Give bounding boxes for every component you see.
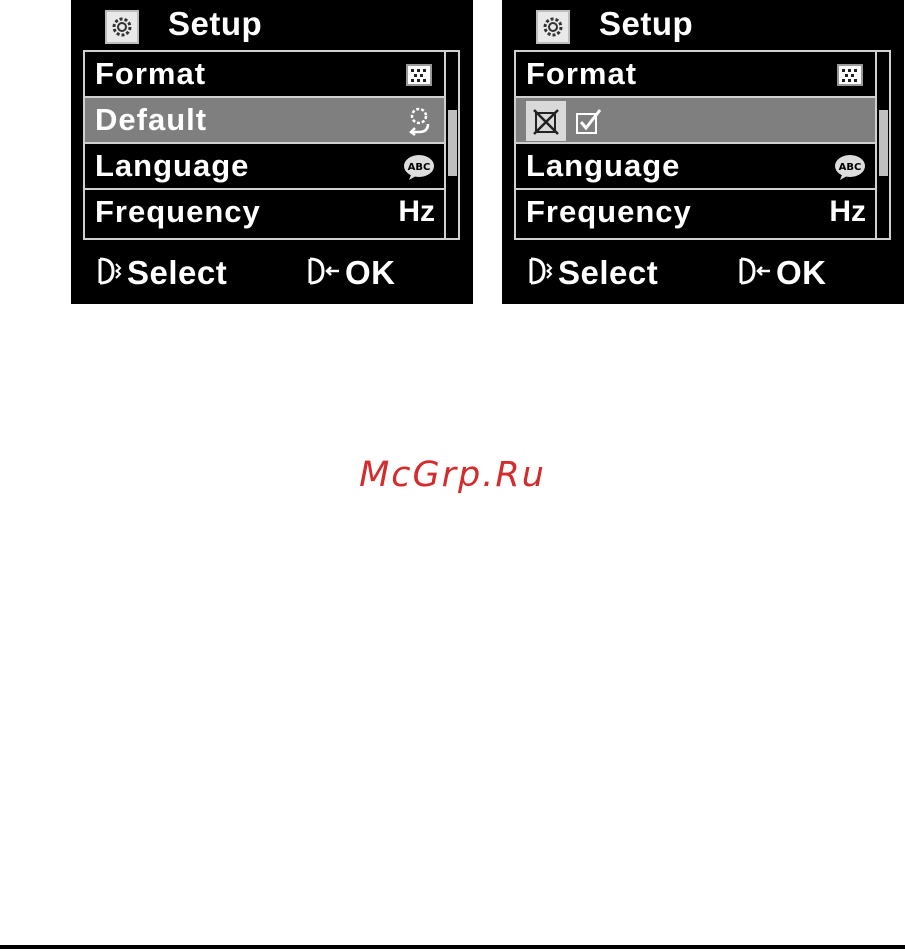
default-confirm-row	[516, 98, 876, 144]
ok-hint: OK	[738, 254, 827, 292]
footer-hints: Select OK	[502, 250, 904, 300]
ok-label: OK	[776, 254, 827, 291]
frequency-value: Hz	[829, 195, 866, 228]
select-hint: Select	[528, 254, 658, 292]
format-icon	[834, 60, 866, 90]
confirm-check-icon[interactable]	[568, 101, 608, 141]
menu-item-label: Language	[95, 148, 250, 183]
bottom-divider	[0, 945, 905, 949]
svg-text:ABC: ABC	[408, 162, 431, 173]
footer-hints: Select OK	[71, 250, 473, 300]
menu-item-frequency[interactable]: Frequency Hz	[85, 190, 445, 238]
select-arrow-icon	[528, 256, 554, 291]
setup-screen-default: Setup Format Default Language ABC Freque…	[71, 0, 473, 304]
setup-menu: Format Language ABC Frequency Hz	[514, 50, 891, 240]
menu-item-format[interactable]: Format	[85, 52, 445, 98]
ok-arrow-icon	[307, 256, 341, 291]
scrollbar[interactable]	[875, 52, 889, 238]
menu-item-frequency[interactable]: Frequency Hz	[516, 190, 876, 238]
gear-icon	[105, 10, 139, 44]
format-icon	[403, 60, 435, 90]
select-label: Select	[558, 254, 659, 291]
menu-item-label: Frequency	[95, 194, 261, 229]
select-label: Select	[127, 254, 228, 291]
menu-item-language[interactable]: Language ABC	[85, 144, 445, 190]
menu-item-language[interactable]: Language ABC	[516, 144, 876, 190]
title-bar: Setup	[71, 0, 473, 50]
setup-menu: Format Default Language ABC Frequency Hz	[83, 50, 460, 240]
setup-screen-confirm: Setup Format Language ABC Frequency Hz S…	[502, 0, 904, 304]
abc-language-icon: ABC	[834, 152, 866, 182]
menu-item-label: Default	[95, 102, 208, 137]
page-title: Setup	[168, 5, 263, 42]
abc-language-icon: ABC	[403, 152, 435, 182]
menu-item-label: Frequency	[526, 194, 692, 229]
svg-text:ABC: ABC	[839, 162, 862, 173]
page-title: Setup	[599, 5, 694, 42]
frequency-value: Hz	[398, 195, 435, 228]
watermark: McGrp.Ru	[359, 455, 546, 495]
default-reset-icon	[403, 106, 435, 136]
cancel-icon[interactable]	[526, 101, 566, 141]
scroll-thumb[interactable]	[879, 110, 888, 176]
ok-hint: OK	[307, 254, 396, 292]
menu-item-label: Language	[526, 148, 681, 183]
menu-item-default[interactable]: Default	[85, 98, 445, 144]
gear-icon	[536, 10, 570, 44]
ok-arrow-icon	[738, 256, 772, 291]
title-bar: Setup	[502, 0, 904, 50]
ok-label: OK	[345, 254, 396, 291]
scrollbar[interactable]	[444, 52, 458, 238]
scroll-thumb[interactable]	[448, 110, 457, 176]
select-hint: Select	[97, 254, 227, 292]
menu-item-format[interactable]: Format	[516, 52, 876, 98]
select-arrow-icon	[97, 256, 123, 291]
menu-item-label: Format	[95, 56, 207, 91]
menu-item-label: Format	[526, 56, 638, 91]
